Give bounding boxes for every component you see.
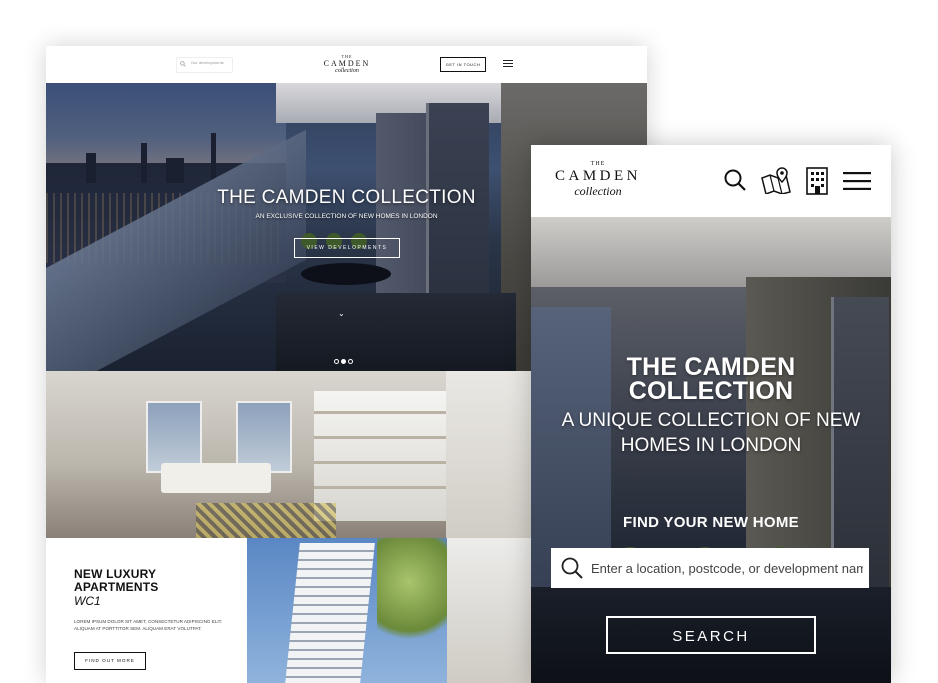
mobile-hero-subtitle: A UNIQUE COLLECTION OF NEW HOMES IN LOND… <box>531 408 891 458</box>
carousel-dots[interactable] <box>334 351 358 364</box>
tower-image <box>247 538 447 683</box>
desktop-search-placeholder: Our developments <box>191 60 224 65</box>
menu-icon[interactable] <box>503 60 513 68</box>
mobile-hero-title-line2: COLLECTION <box>628 377 794 405</box>
desktop-logo[interactable]: THE CAMDEN collection <box>316 54 378 75</box>
card-title: NEW LUXURY APARTMENTS <box>74 567 159 594</box>
logo-main: CAMDEN <box>554 168 641 184</box>
card-location: WC1 <box>74 594 101 608</box>
find-home-label: FIND YOUR NEW HOME <box>623 514 799 531</box>
get-in-touch-button[interactable]: GET IN TOUCH <box>440 57 486 72</box>
find-out-more-button[interactable]: FIND OUT MORE <box>74 652 146 670</box>
building-icon[interactable] <box>806 167 828 195</box>
search-icon[interactable] <box>724 169 746 191</box>
mobile-header: THE CAMDEN collection <box>531 145 891 217</box>
development-card: NEW LUXURY APARTMENTS WC1 LOREM IPSUM DO… <box>46 538 247 683</box>
menu-icon[interactable] <box>843 172 871 190</box>
search-icon <box>561 557 583 579</box>
logo-main: CAMDEN <box>323 59 371 68</box>
map-pin-icon[interactable] <box>760 166 792 194</box>
logo-sub: collection <box>335 68 359 74</box>
desktop-header: Our developments THE CAMDEN collection G… <box>46 46 647 84</box>
location-search-input[interactable] <box>591 548 863 588</box>
desktop-search-input[interactable]: Our developments <box>176 57 233 73</box>
mobile-hero-subtitle-line1: A UNIQUE COLLECTION OF NEW <box>561 410 861 431</box>
logo-sub: collection <box>574 184 622 198</box>
location-search-field[interactable] <box>551 548 869 588</box>
chevron-down-icon[interactable]: ⌄ <box>338 309 345 318</box>
search-icon <box>180 61 186 67</box>
mobile-hero-title: THE CAMDEN COLLECTION <box>531 353 891 405</box>
mobile-logo[interactable]: THE CAMDEN collection <box>551 161 645 198</box>
card-body: LOREM IPSUM DOLOR SIT AMET, CONSECTETUR … <box>74 619 223 631</box>
mobile-preview: THE CAMDEN collection THE CAMDEN COLLECT… <box>531 145 891 683</box>
living-room-image <box>46 371 446 538</box>
mobile-hero-title-line1: THE CAMDEN <box>626 353 796 381</box>
logo-the: THE <box>590 161 606 167</box>
mobile-hero-subtitle-line2: HOMES IN LONDON <box>620 435 802 456</box>
search-button[interactable]: SEARCH <box>606 616 816 654</box>
view-developments-button[interactable]: VIEW DEVELOPMENTS <box>294 238 400 258</box>
